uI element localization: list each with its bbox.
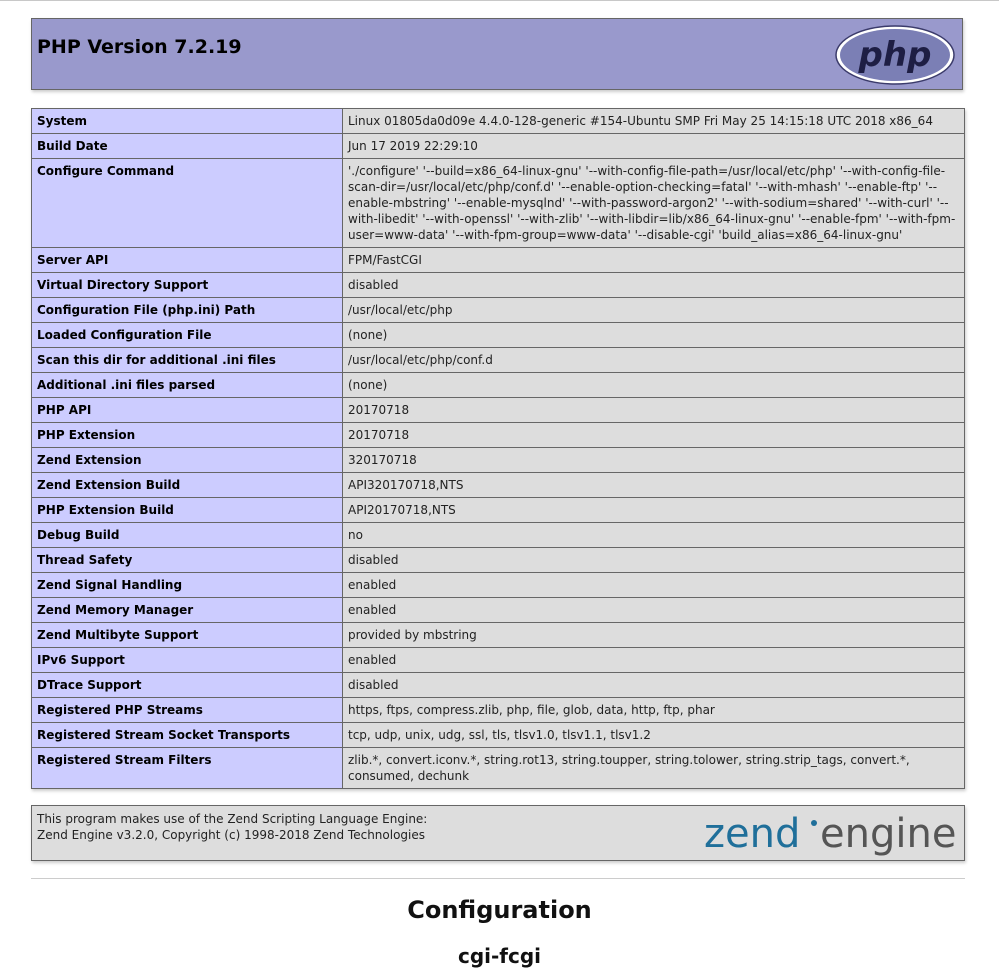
row-value: enabled (342, 647, 965, 673)
row-value: enabled (342, 597, 965, 623)
table-row: IPv6 Support enabled (31, 647, 965, 673)
row-value: FPM/FastCGI (342, 247, 965, 273)
row-label: Zend Extension Build (31, 472, 343, 498)
row-label: Registered Stream Socket Transports (31, 722, 343, 748)
row-label: IPv6 Support (31, 647, 343, 673)
row-value: 20170718 (342, 397, 965, 423)
top-divider (0, 0, 999, 1)
table-row: Zend Multibyte Support provided by mbstri… (31, 622, 965, 648)
table-row: Registered Stream Filters zlib.*, convert… (31, 747, 965, 789)
table-row: Configuration File (php.ini) Path/usr/lo… (31, 297, 965, 323)
row-label: PHP Extension Build (31, 497, 343, 523)
engine-logo-word: engine (820, 811, 956, 857)
table-row: Additional .ini files parsed (none) (31, 372, 965, 398)
table-row: PHP Extension Build API20170718,NTS (31, 497, 965, 523)
row-value: disabled (342, 672, 965, 698)
row-label: Registered PHP Streams (31, 697, 343, 723)
row-label: System (31, 108, 343, 134)
zend-engine-box: This program makes use of the Zend Scrip… (31, 805, 965, 861)
row-value: provided by mbstring (342, 622, 965, 648)
table-row: Registered Stream Socket Transports tcp, … (31, 722, 965, 748)
row-value: 20170718 (342, 422, 965, 448)
table-row: Zend Extension Build API320170718,NTS (31, 472, 965, 498)
row-value: './configure' '--build=x86_64-linux-gnu'… (342, 158, 965, 248)
zend-credit-line-1: This program makes use of the Zend Scrip… (37, 812, 428, 826)
table-row: PHP API 20170718 (31, 397, 965, 423)
row-value: enabled (342, 572, 965, 598)
row-value: no (342, 522, 965, 548)
table-row: Loaded Configuration File (none) (31, 322, 965, 348)
version-header: PHP Version 7.2.19 php (31, 18, 963, 90)
row-label: Loaded Configuration File (31, 322, 343, 348)
row-value: /usr/local/etc/php (342, 297, 965, 323)
page-title: PHP Version 7.2.19 (37, 36, 242, 58)
table-row: System Linux 01805da0d09e 4.4.0-128-gener… (31, 108, 965, 134)
row-value: disabled (342, 272, 965, 298)
row-label: Configure Command (31, 158, 343, 248)
zend-engine-logo-icon: zend engine (704, 811, 956, 857)
row-value: API320170718,NTS (342, 472, 965, 498)
row-value: Jun 17 2019 22:29:10 (342, 133, 965, 159)
table-row: DTrace Support disabled (31, 672, 965, 698)
php-logo-text: php (858, 35, 932, 75)
php-logo-icon: php (835, 25, 955, 85)
table-row: Debug Build no (31, 522, 965, 548)
section-divider (31, 878, 965, 879)
row-label: Thread Safety (31, 547, 343, 573)
row-value: disabled (342, 547, 965, 573)
row-label: Zend Memory Manager (31, 597, 343, 623)
row-label: Zend Signal Handling (31, 572, 343, 598)
row-value: (none) (342, 372, 965, 398)
table-row: Zend Signal Handling enabled (31, 572, 965, 598)
table-row: Zend Extension 320170718 (31, 447, 965, 473)
row-label: Configuration File (php.ini) Path (31, 297, 343, 323)
row-value: (none) (342, 322, 965, 348)
table-row: Build Date Jun 17 2019 22:29:10 (31, 133, 965, 159)
table-row: PHP Extension 20170718 (31, 422, 965, 448)
row-label: Zend Extension (31, 447, 343, 473)
row-value: tcp, udp, unix, udg, ssl, tls, tlsv1.0, … (342, 722, 965, 748)
table-row: Registered PHP Streams https, ftps, compr… (31, 697, 965, 723)
row-label: Build Date (31, 133, 343, 159)
row-label: Virtual Directory Support (31, 272, 343, 298)
row-label: Additional .ini files parsed (31, 372, 343, 398)
row-label: DTrace Support (31, 672, 343, 698)
row-label: Debug Build (31, 522, 343, 548)
zend-logo-dot (811, 820, 817, 826)
row-value: /usr/local/etc/php/conf.d (342, 347, 965, 373)
row-value: Linux 01805da0d09e 4.4.0-128-generic #15… (342, 108, 965, 134)
table-row: Virtual Directory Support disabled (31, 272, 965, 298)
row-value: https, ftps, compress.zlib, php, file, g… (342, 697, 965, 723)
row-label: Zend Multibyte Support (31, 622, 343, 648)
table-row: Thread Safety disabled (31, 547, 965, 573)
table-row: Server API FPM/FastCGI (31, 247, 965, 273)
row-label: Registered Stream Filters (31, 747, 343, 789)
row-value: 320170718 (342, 447, 965, 473)
table-row: Zend Memory Manager enabled (31, 597, 965, 623)
table-row: Configure Command './configure' '--build=… (31, 158, 965, 248)
row-value: zlib.*, convert.iconv.*, string.rot13, s… (342, 747, 965, 789)
row-label: Scan this dir for additional .ini files (31, 347, 343, 373)
zend-credit-line-2: Zend Engine v3.2.0, Copyright (c) 1998-2… (37, 828, 426, 842)
zend-credits: This program makes use of the Zend Scrip… (37, 811, 427, 843)
row-label: PHP API (31, 397, 343, 423)
zend-logo-word: zend (704, 811, 800, 857)
row-label: PHP Extension (31, 422, 343, 448)
row-value: API20170718,NTS (342, 497, 965, 523)
module-heading: cgi-fcgi (457, 944, 542, 968)
row-label: Server API (31, 247, 343, 273)
table-row: Scan this dir for additional .ini files /… (31, 347, 965, 373)
php-info-table: System Linux 01805da0d09e 4.4.0-128-gener… (31, 108, 965, 789)
configuration-heading: Configuration (407, 896, 592, 924)
